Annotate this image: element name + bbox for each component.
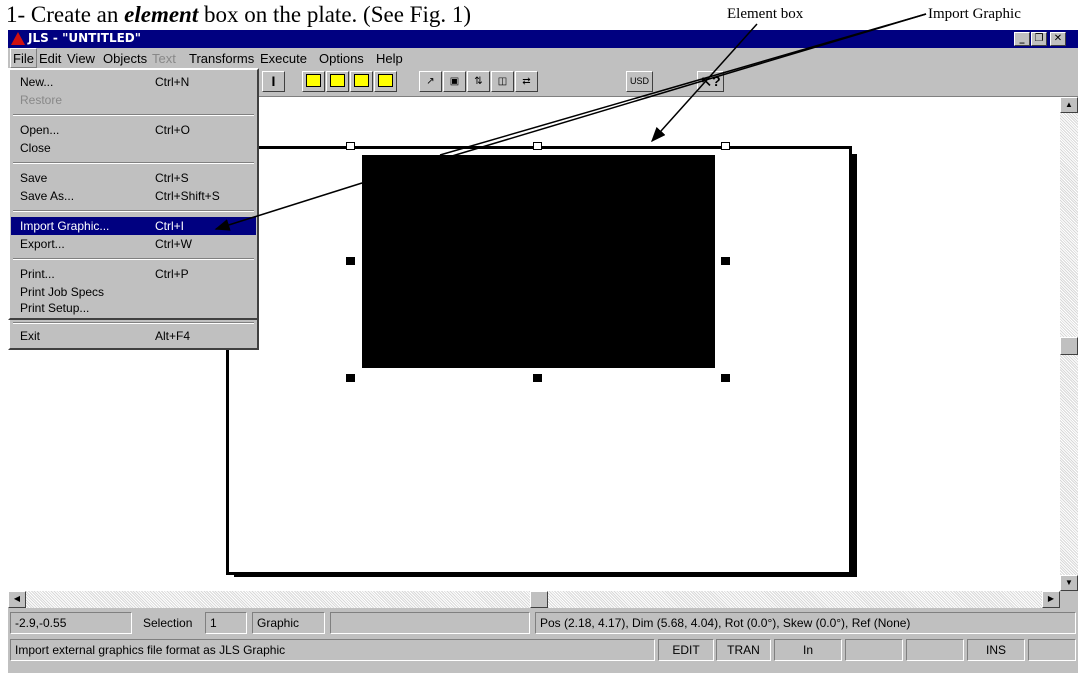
callout-arrows — [214, 13, 927, 231]
callout-arrow-element-box — [650, 23, 758, 143]
callout-arrow-import-2 — [361, 13, 927, 184]
callout-arrow-to-import-item — [214, 182, 363, 231]
